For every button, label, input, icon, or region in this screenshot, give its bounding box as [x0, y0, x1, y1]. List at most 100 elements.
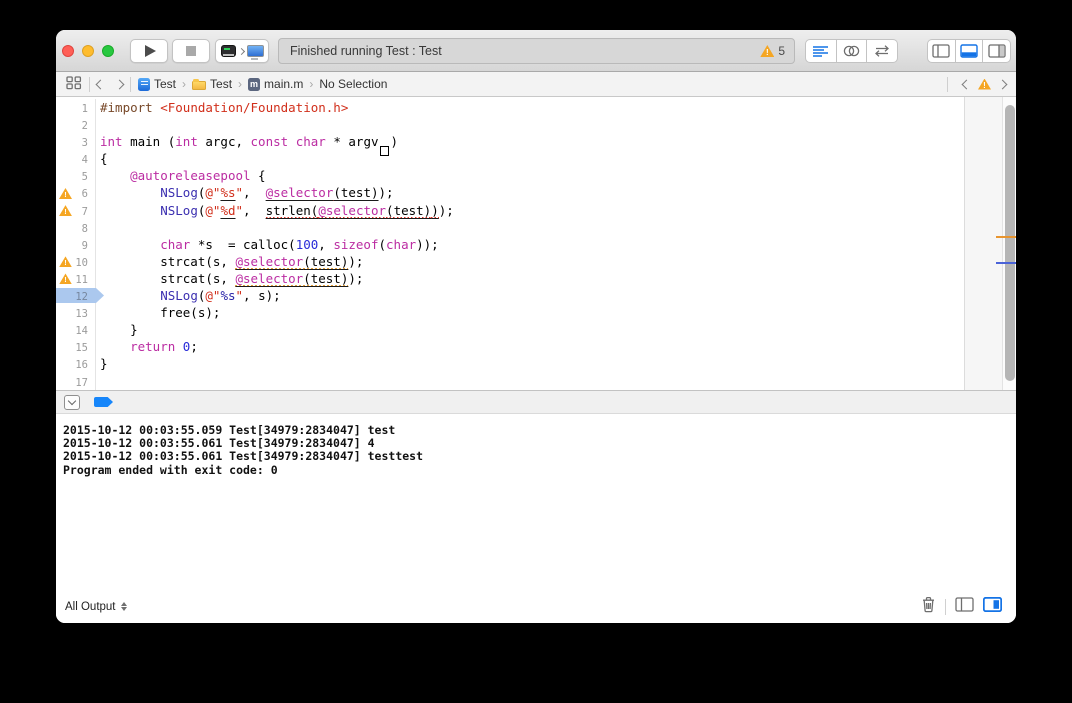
code-line[interactable]: 17 [56, 372, 964, 390]
minimize-window-button[interactable] [82, 45, 94, 57]
line-number-gutter[interactable]: 9 [56, 235, 96, 253]
version-editor-button[interactable] [867, 39, 899, 63]
line-warning-icon[interactable] [59, 273, 72, 285]
source-editor[interactable]: 1 #import <Foundation/Foundation.h> 2 3 int … [56, 97, 1016, 390]
chevron-right-icon [237, 47, 245, 55]
code-line-text [96, 116, 100, 133]
go-forward-button[interactable] [114, 79, 125, 89]
line-number-gutter[interactable]: 6 [56, 184, 96, 202]
assistant-editor-button[interactable] [836, 39, 868, 63]
toggle-utilities-button[interactable] [983, 39, 1012, 63]
line-number-gutter[interactable]: 12 [56, 287, 104, 305]
line-number-gutter[interactable]: 14 [56, 321, 96, 339]
line-number-gutter[interactable]: 15 [56, 338, 96, 356]
line-number-gutter[interactable]: 13 [56, 304, 96, 322]
line-number-gutter[interactable]: 17 [56, 372, 96, 390]
breadcrumb-item[interactable]: Test [138, 77, 176, 91]
code-line[interactable]: 2 [56, 116, 964, 134]
debug-console: 2015-10-12 00:03:55.059 Test[34979:28340… [56, 416, 1016, 590]
stop-button[interactable] [172, 39, 210, 63]
code-line[interactable]: 14 } [56, 321, 964, 339]
line-number-gutter[interactable]: 7 [56, 201, 96, 219]
folder-icon [192, 79, 207, 91]
issue-navigation [940, 76, 1016, 92]
scheme-selector[interactable] [215, 39, 269, 63]
toggle-debug-area-button[interactable] [955, 39, 984, 63]
line-number-gutter[interactable]: 10 [56, 252, 96, 270]
breadcrumb-item[interactable]: m main.m [248, 77, 303, 91]
issue-warning-icon[interactable] [978, 78, 991, 90]
xcode-window: Finished running Test : Test 5 [56, 30, 1016, 623]
breadcrumb-label: main.m [264, 77, 304, 91]
jump-bar: Test › Test › m main.m › No Selection [56, 72, 1016, 97]
window-toolbar: Finished running Test : Test 5 [56, 30, 1016, 72]
code-line[interactable]: 3 int main (int argc, const char * argv[]… [56, 133, 964, 157]
clear-console-button[interactable] [921, 596, 936, 618]
line-warning-icon[interactable] [59, 256, 72, 268]
code-line[interactable]: 6 NSLog(@"%s", @selector(test)); [56, 184, 964, 202]
divider [130, 76, 131, 92]
line-warning-icon[interactable] [59, 187, 72, 199]
run-button[interactable] [130, 39, 168, 63]
code-line[interactable]: 9 char *s = calloc(100, sizeof(char)); [56, 235, 964, 253]
output-filter-label: All Output [65, 600, 116, 613]
line-number: 17 [75, 376, 88, 389]
console-line: 2015-10-12 00:03:55.061 Test[34979:28340… [63, 449, 424, 464]
code-line[interactable]: 11 strcat(s, @selector(test)); [56, 269, 964, 288]
line-number-gutter[interactable]: 1 [56, 99, 96, 117]
debug-area-panel-icon [960, 44, 978, 58]
line-number-gutter[interactable]: 5 [56, 167, 96, 185]
code-line[interactable]: 1 #import <Foundation/Foundation.h> [56, 99, 964, 117]
code-line[interactable]: 10 strcat(s, @selector(test)); [56, 252, 964, 270]
code-line[interactable]: 8 [56, 218, 964, 236]
code-line-text: strcat(s, @selector(test)); [100, 270, 364, 287]
related-items-button[interactable] [66, 75, 82, 93]
chevron-down-icon [67, 396, 77, 405]
editor-right-margin [964, 97, 1002, 390]
code-line-text: #import <Foundation/Foundation.h> [100, 100, 349, 115]
standard-editor-button[interactable] [805, 39, 837, 63]
breakpoints-toggle-icon[interactable] [94, 397, 113, 407]
objc-file-icon: m [248, 77, 261, 91]
line-number: 9 [81, 239, 88, 252]
show-variables-view-button[interactable] [955, 596, 974, 617]
line-number-gutter[interactable]: 16 [56, 355, 96, 373]
code-line[interactable]: 4{ [56, 150, 964, 168]
line-number-gutter[interactable]: 2 [56, 116, 96, 134]
line-number: 14 [75, 325, 88, 338]
previous-issue-button[interactable] [961, 79, 972, 89]
trash-icon [923, 596, 934, 612]
code-line[interactable]: 12 NSLog(@"%s", s); [56, 287, 964, 305]
code-line[interactable]: 15 return 0; [56, 338, 964, 356]
toggle-navigator-button[interactable] [927, 39, 956, 63]
breadcrumb-label: Test [210, 77, 233, 91]
line-warning-icon[interactable] [59, 205, 72, 217]
breadcrumb-item[interactable]: No Selection [319, 77, 387, 91]
scrollbar-thumb[interactable] [1005, 105, 1015, 381]
close-window-button[interactable] [62, 45, 74, 57]
next-issue-button[interactable] [997, 79, 1008, 89]
line-number: 11 [75, 273, 88, 286]
breadcrumb-item[interactable]: Test [192, 77, 232, 91]
zoom-window-button[interactable] [102, 45, 114, 57]
code-line-text: strcat(s, @selector(test)); [100, 253, 364, 270]
assistant-editor-icon [843, 45, 860, 57]
line-number-gutter[interactable]: 8 [56, 218, 96, 236]
code-line[interactable]: 16} [56, 355, 964, 373]
line-number-gutter[interactable]: 3 [56, 133, 96, 151]
output-filter-select[interactable]: All Output [65, 601, 127, 613]
updown-chevrons-icon [120, 602, 127, 611]
show-console-view-button[interactable] [982, 596, 1003, 617]
code-line[interactable]: 7 NSLog(@"%d", strlen(@selector(test))); [56, 201, 964, 219]
code-line[interactable]: 5 @autoreleasepool { [56, 167, 964, 185]
breadcrumb-label: Test [154, 77, 177, 91]
line-number: 13 [75, 308, 88, 321]
code-line[interactable]: 13 free(s); [56, 304, 964, 322]
go-back-button[interactable] [95, 79, 106, 89]
warning-count-badge[interactable]: 5 [760, 44, 785, 58]
line-number-gutter[interactable]: 4 [56, 150, 96, 168]
line-number-gutter[interactable]: 11 [56, 269, 96, 288]
hide-debug-area-button[interactable] [64, 394, 80, 410]
utilities-panel-icon [988, 44, 1006, 58]
code-line-text: @autoreleasepool { [130, 168, 266, 184]
